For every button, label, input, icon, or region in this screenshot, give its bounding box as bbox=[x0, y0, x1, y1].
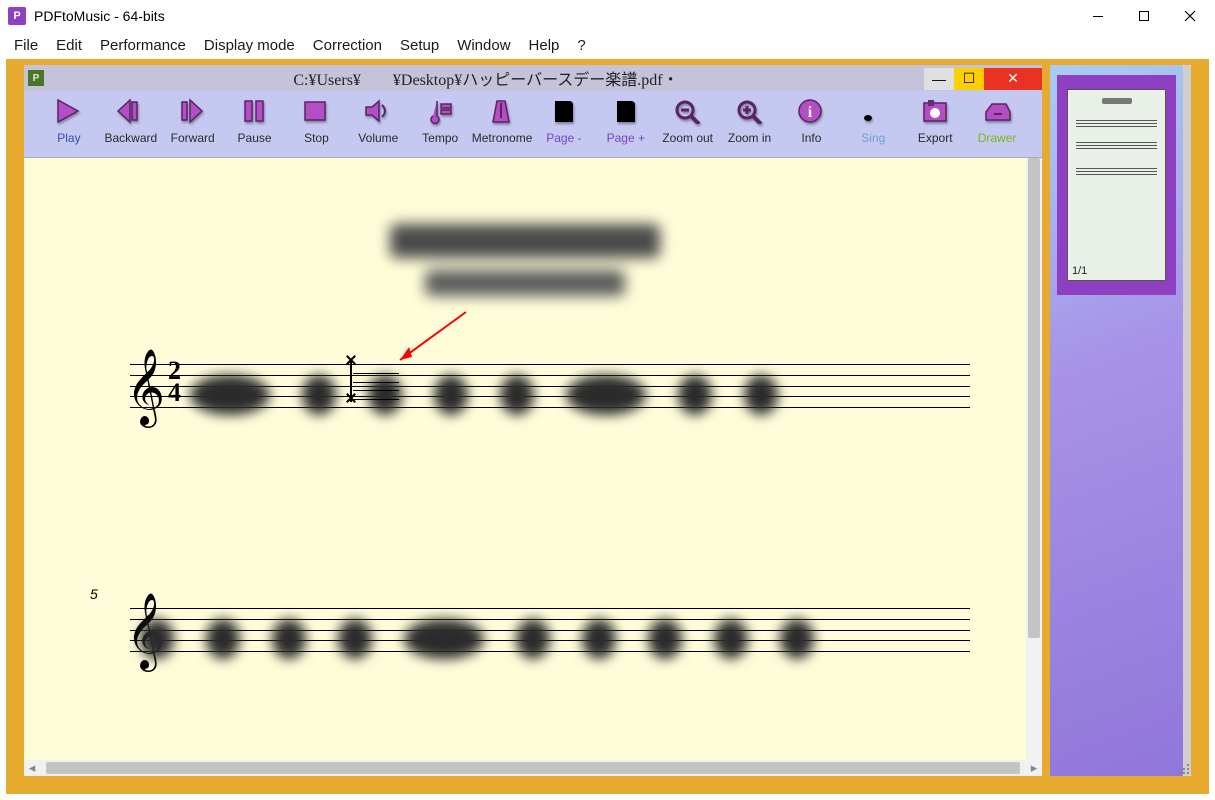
backward-button[interactable]: Backward bbox=[100, 97, 162, 145]
sing-button[interactable]: Sing bbox=[842, 97, 904, 145]
play-label: Play bbox=[57, 131, 80, 145]
app-icon: P bbox=[8, 7, 26, 25]
zoom-in-icon bbox=[733, 97, 767, 125]
menu-file[interactable]: File bbox=[6, 35, 46, 56]
menu-question[interactable]: ? bbox=[569, 35, 593, 56]
tempo-label: Tempo bbox=[422, 131, 458, 145]
forward-icon bbox=[176, 97, 210, 125]
zoom-out-label: Zoom out bbox=[662, 131, 713, 145]
playback-cursor[interactable] bbox=[345, 354, 395, 404]
sing-icon bbox=[856, 97, 890, 125]
play-icon bbox=[52, 97, 86, 125]
forward-label: Forward bbox=[171, 131, 215, 145]
zoom-in-button[interactable]: Zoom in bbox=[719, 97, 781, 145]
info-button[interactable]: Info bbox=[781, 97, 843, 145]
drawer-label: Drawer bbox=[978, 131, 1017, 145]
time-signature: 24 bbox=[168, 360, 181, 404]
info-icon bbox=[794, 97, 828, 125]
window-maximize-button[interactable] bbox=[1121, 0, 1167, 32]
document-maximize-button[interactable]: ☐ bbox=[954, 68, 984, 90]
document-app-badge: P bbox=[28, 70, 44, 86]
menubar: File Edit Performance Display mode Corre… bbox=[0, 32, 1215, 59]
page-prev-label: Page - bbox=[546, 131, 581, 145]
volume-button[interactable]: Volume bbox=[347, 97, 409, 145]
stop-icon bbox=[299, 97, 333, 125]
zoom-out-icon bbox=[671, 97, 705, 125]
window-minimize-button[interactable] bbox=[1075, 0, 1121, 32]
toolbar: Play Backward Forward Pause Stop Volume Tempo M… bbox=[24, 91, 1042, 158]
page-prev-button[interactable]: Page - bbox=[533, 97, 595, 145]
page-next-icon bbox=[609, 97, 643, 125]
tempo-button[interactable]: Tempo bbox=[409, 97, 471, 145]
volume-label: Volume bbox=[358, 131, 398, 145]
drawer-scrollbar[interactable] bbox=[1183, 65, 1191, 776]
menu-correction[interactable]: Correction bbox=[305, 35, 390, 56]
scroll-left-icon[interactable]: ◂ bbox=[24, 760, 40, 776]
menu-performance[interactable]: Performance bbox=[92, 35, 194, 56]
window-title: PDFtoMusic - 64-bits bbox=[32, 8, 1075, 24]
menu-display-mode[interactable]: Display mode bbox=[196, 35, 303, 56]
zoom-out-button[interactable]: Zoom out bbox=[657, 97, 719, 145]
page-indicator: 1/1 bbox=[1072, 265, 1087, 277]
stop-button[interactable]: Stop bbox=[286, 97, 348, 145]
page-prev-icon bbox=[547, 97, 581, 125]
score-title-blurred bbox=[390, 224, 660, 296]
page-next-button[interactable]: Page + bbox=[595, 97, 657, 145]
document-minimize-button[interactable]: — bbox=[924, 68, 954, 90]
document-path: C:¥Users¥ ¥Desktop¥ハッピーバースデー楽譜.pdf・ bbox=[48, 66, 924, 90]
window-close-button[interactable] bbox=[1167, 0, 1213, 32]
menu-setup[interactable]: Setup bbox=[392, 35, 447, 56]
window-titlebar: P PDFtoMusic - 64-bits bbox=[0, 0, 1215, 32]
score-view[interactable]: 𝄞 24 bbox=[24, 158, 1026, 760]
menu-window[interactable]: Window bbox=[449, 35, 518, 56]
resize-grip[interactable] bbox=[1177, 762, 1191, 776]
notes-blurred bbox=[140, 600, 970, 678]
page-drawer-panel: 1/1 bbox=[1050, 65, 1191, 776]
tempo-icon bbox=[423, 97, 457, 125]
page-thumbnail[interactable]: 1/1 bbox=[1057, 75, 1176, 295]
volume-icon bbox=[361, 97, 395, 125]
pause-button[interactable]: Pause bbox=[224, 97, 286, 145]
menu-edit[interactable]: Edit bbox=[48, 35, 90, 56]
pause-icon bbox=[238, 97, 272, 125]
export-label: Export bbox=[918, 131, 953, 145]
horizontal-scrollbar[interactable]: ◂ ▸ bbox=[24, 760, 1042, 776]
measure-number: 5 bbox=[90, 586, 98, 602]
drawer-icon bbox=[980, 97, 1014, 125]
metronome-button[interactable]: Metronome bbox=[471, 97, 533, 145]
backward-icon bbox=[114, 97, 148, 125]
drawer-button[interactable]: Drawer bbox=[966, 97, 1028, 145]
pause-label: Pause bbox=[238, 131, 272, 145]
document-close-button[interactable]: ✕ bbox=[984, 68, 1042, 90]
document-titlebar: P C:¥Users¥ ¥Desktop¥ハッピーバースデー楽譜.pdf・ — … bbox=[24, 65, 1042, 91]
export-button[interactable]: Export bbox=[904, 97, 966, 145]
info-label: Info bbox=[801, 131, 821, 145]
scroll-right-icon[interactable]: ▸ bbox=[1026, 760, 1042, 776]
forward-button[interactable]: Forward bbox=[162, 97, 224, 145]
play-button[interactable]: Play bbox=[38, 97, 100, 145]
document-window: P C:¥Users¥ ¥Desktop¥ハッピーバースデー楽譜.pdf・ — … bbox=[24, 65, 1042, 776]
page-next-label: Page + bbox=[607, 131, 645, 145]
treble-clef-icon: 𝄞 bbox=[126, 346, 165, 412]
menu-help[interactable]: Help bbox=[521, 35, 568, 56]
app-frame-border: P C:¥Users¥ ¥Desktop¥ハッピーバースデー楽譜.pdf・ — … bbox=[6, 59, 1209, 794]
metronome-icon bbox=[485, 97, 519, 125]
stop-label: Stop bbox=[304, 131, 329, 145]
vertical-scrollbar[interactable] bbox=[1026, 158, 1042, 760]
staff-line-1[interactable]: 𝄞 24 bbox=[130, 364, 970, 408]
metronome-label: Metronome bbox=[472, 131, 533, 145]
backward-label: Backward bbox=[104, 131, 157, 145]
notes-blurred bbox=[190, 356, 970, 434]
staff-line-2[interactable]: 5 𝄞 bbox=[130, 608, 970, 652]
zoom-in-label: Zoom in bbox=[728, 131, 771, 145]
export-icon bbox=[918, 97, 952, 125]
sing-label: Sing bbox=[861, 131, 885, 145]
